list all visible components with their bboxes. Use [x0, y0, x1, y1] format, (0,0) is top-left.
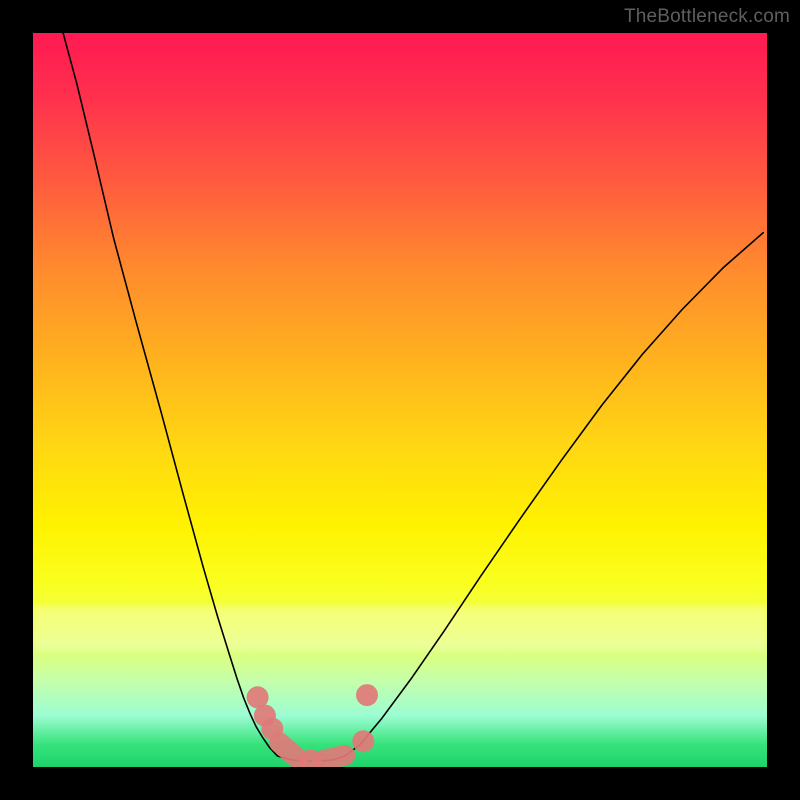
data-marker-5 — [323, 755, 345, 760]
plot-area — [33, 33, 767, 767]
data-marker-7 — [356, 684, 378, 706]
data-marker-6 — [352, 730, 374, 752]
curve-layer — [33, 33, 767, 767]
data-marker-3 — [280, 743, 298, 758]
chart-frame: TheBottleneck.com — [0, 0, 800, 800]
watermark-text: TheBottleneck.com — [624, 6, 790, 28]
bottleneck-curve — [63, 33, 763, 761]
